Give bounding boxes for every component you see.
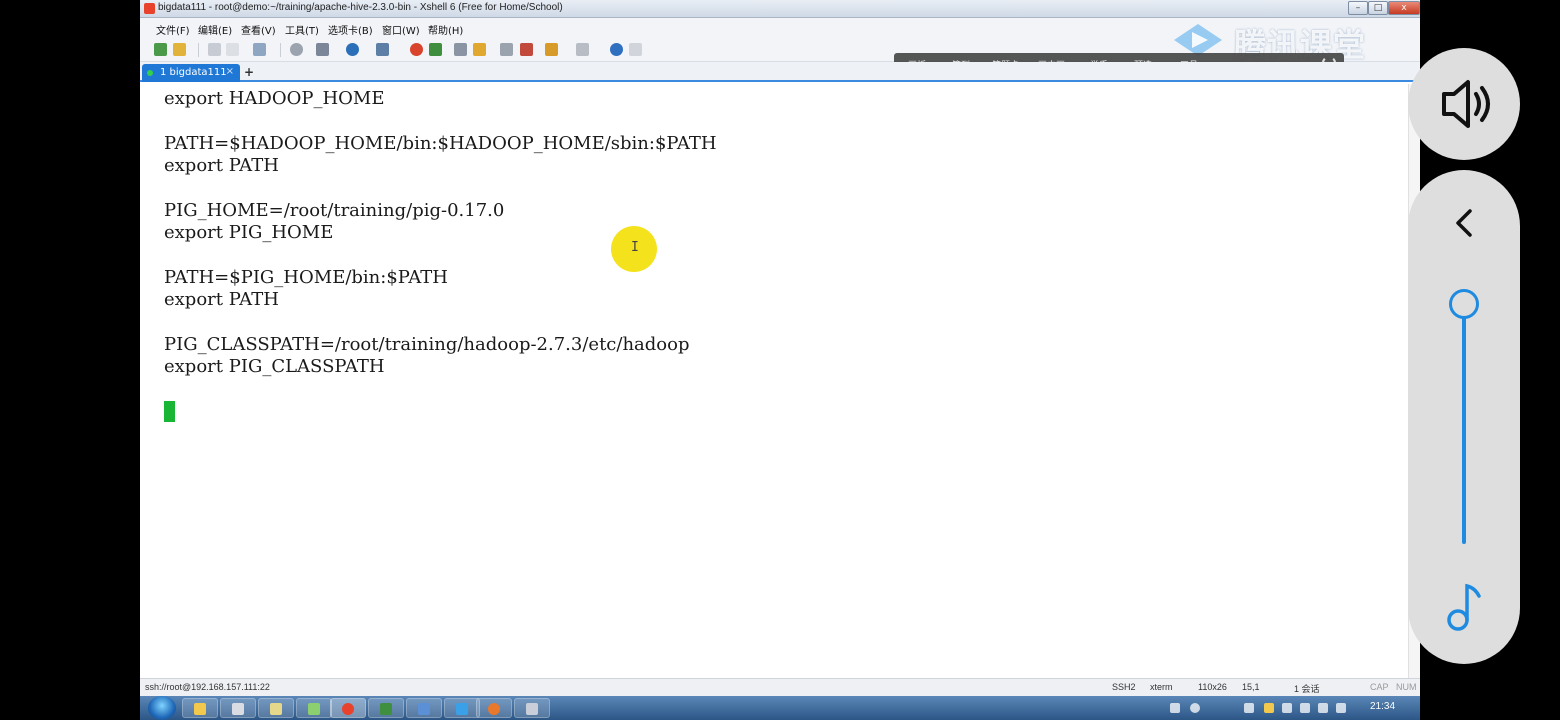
- terminal-line: PIG_CLASSPATH=/root/training/hadoop-2.7.…: [164, 334, 690, 355]
- minimize-button[interactable]: –: [1348, 1, 1368, 15]
- system-tray: 21:34: [1160, 696, 1420, 720]
- status-cursor-position: 15,1: [1242, 682, 1260, 692]
- taskbar-misc[interactable]: [514, 698, 550, 718]
- tab-bar: 1 bigdata111 × +: [140, 62, 1420, 82]
- menu-edit[interactable]: 编辑(E): [198, 22, 232, 37]
- copy-icon[interactable]: [253, 43, 266, 56]
- mouse-pointer-highlight: I: [611, 226, 657, 272]
- chevron-left-icon[interactable]: [1452, 208, 1476, 238]
- terminal-line: PIG_HOME=/root/training/pig-0.17.0: [164, 200, 505, 221]
- terminal-line: export PATH: [164, 155, 279, 176]
- taskbar-explorer[interactable]: [182, 698, 218, 718]
- tray-icon[interactable]: [1244, 703, 1254, 713]
- terminal-line: PATH=$PIG_HOME/bin:$PATH: [164, 267, 448, 288]
- volume-button[interactable]: [1408, 48, 1520, 160]
- close-button[interactable]: x: [1388, 1, 1420, 15]
- ibeam-cursor-icon: I: [631, 240, 639, 255]
- help-icon[interactable]: [610, 43, 623, 56]
- compose-icon[interactable]: [545, 43, 558, 56]
- status-num: NUM: [1396, 682, 1417, 692]
- menu-window[interactable]: 窗口(W): [382, 22, 420, 37]
- status-terminal-type: xterm: [1150, 682, 1173, 692]
- add-tab-button[interactable]: +: [242, 64, 256, 80]
- menu-tabs[interactable]: 选项卡(B): [328, 22, 373, 37]
- new-session-icon[interactable]: [154, 43, 167, 56]
- disconnect-icon[interactable]: [208, 43, 221, 56]
- menu-bar: 文件(F) 编辑(E) 查看(V) 工具(T) 选项卡(B) 窗口(W) 帮助(…: [140, 18, 1420, 38]
- chat-icon[interactable]: [629, 43, 642, 56]
- app-icon: [144, 3, 155, 14]
- terminal-line: PATH=$HADOOP_HOME/bin:$HADOOP_HOME/sbin:…: [164, 133, 717, 154]
- taskbar-clock: 21:34: [1370, 701, 1396, 712]
- status-protocol: SSH2: [1112, 682, 1136, 692]
- brightness-slider-thumb[interactable]: [1449, 289, 1479, 319]
- menu-view[interactable]: 查看(V): [241, 22, 276, 37]
- tray-icon[interactable]: [1264, 703, 1274, 713]
- taskbar-vmware[interactable]: [406, 698, 442, 718]
- status-bar: ssh://root@192.168.157.111:22 SSH2 xterm…: [140, 678, 1420, 696]
- properties-icon[interactable]: [316, 43, 329, 56]
- taskbar-xftp[interactable]: [368, 698, 404, 718]
- tab-label: 1 bigdata111: [160, 67, 227, 78]
- status-size: 110x26: [1198, 682, 1227, 692]
- maximize-button[interactable]: □: [1368, 1, 1388, 15]
- speaker-icon: [1442, 80, 1490, 128]
- open-folder-icon[interactable]: [173, 43, 186, 56]
- start-button[interactable]: [148, 696, 176, 720]
- terminal-area[interactable]: export HADOOP_HOME PATH=$HADOOP_HOME/bin…: [140, 84, 1408, 678]
- speaker-tray-icon[interactable]: [1336, 703, 1346, 713]
- window-title: bigdata111 - root@demo:~/training/apache…: [158, 2, 563, 13]
- terminal-line: export HADOOP_HOME: [164, 88, 385, 109]
- reconnect-icon[interactable]: [226, 43, 239, 56]
- lock-icon[interactable]: [473, 43, 486, 56]
- title-bar: bigdata111 - root@demo:~/training/apache…: [140, 0, 1420, 18]
- menu-tools[interactable]: 工具(T): [285, 22, 319, 37]
- terminal-line: export PATH: [164, 289, 279, 310]
- tray-icon[interactable]: [1282, 703, 1292, 713]
- help-tray-icon[interactable]: [1190, 703, 1200, 713]
- search-icon[interactable]: [290, 43, 303, 56]
- status-connection: ssh://root@192.168.157.111:22: [145, 682, 270, 692]
- tab-close-icon[interactable]: ×: [226, 66, 234, 77]
- status-sessions: 1 会话: [1294, 684, 1320, 694]
- connected-status-icon: [147, 70, 153, 76]
- network-icon[interactable]: [1318, 703, 1328, 713]
- taskbar-xshell[interactable]: [330, 698, 366, 718]
- layout-icon[interactable]: [576, 43, 589, 56]
- windows-taskbar: 21:34: [140, 696, 1420, 720]
- music-note-icon[interactable]: [1444, 580, 1484, 632]
- script-icon[interactable]: [520, 43, 533, 56]
- taskbar-window[interactable]: [220, 698, 256, 718]
- tray-icon[interactable]: [1170, 703, 1180, 713]
- taskbar-app[interactable]: [296, 698, 332, 718]
- transfer-icon[interactable]: [429, 43, 442, 56]
- terminal-line: export PIG_CLASSPATH: [164, 356, 385, 377]
- side-control-panel: [1408, 170, 1520, 664]
- tab-session[interactable]: 1 bigdata111 ×: [142, 64, 240, 82]
- status-caps: CAP: [1370, 682, 1389, 692]
- xftp-icon[interactable]: [410, 43, 423, 56]
- menu-help[interactable]: 帮助(H): [428, 22, 463, 37]
- taskbar-firefox[interactable]: [476, 698, 512, 718]
- tray-icon[interactable]: [1300, 703, 1310, 713]
- terminal-cursor: [164, 401, 175, 422]
- brightness-slider-track[interactable]: [1462, 304, 1466, 544]
- font-icon[interactable]: [376, 43, 389, 56]
- fullscreen-icon[interactable]: [454, 43, 467, 56]
- taskbar-ie[interactable]: [444, 698, 480, 718]
- menu-file[interactable]: 文件(F): [156, 22, 190, 37]
- xshell-window: bigdata111 - root@demo:~/training/apache…: [140, 0, 1420, 720]
- taskbar-notepad[interactable]: [258, 698, 294, 718]
- terminal-line: export PIG_HOME: [164, 222, 334, 243]
- keyboard-icon[interactable]: [500, 43, 513, 56]
- globe-icon[interactable]: [346, 43, 359, 56]
